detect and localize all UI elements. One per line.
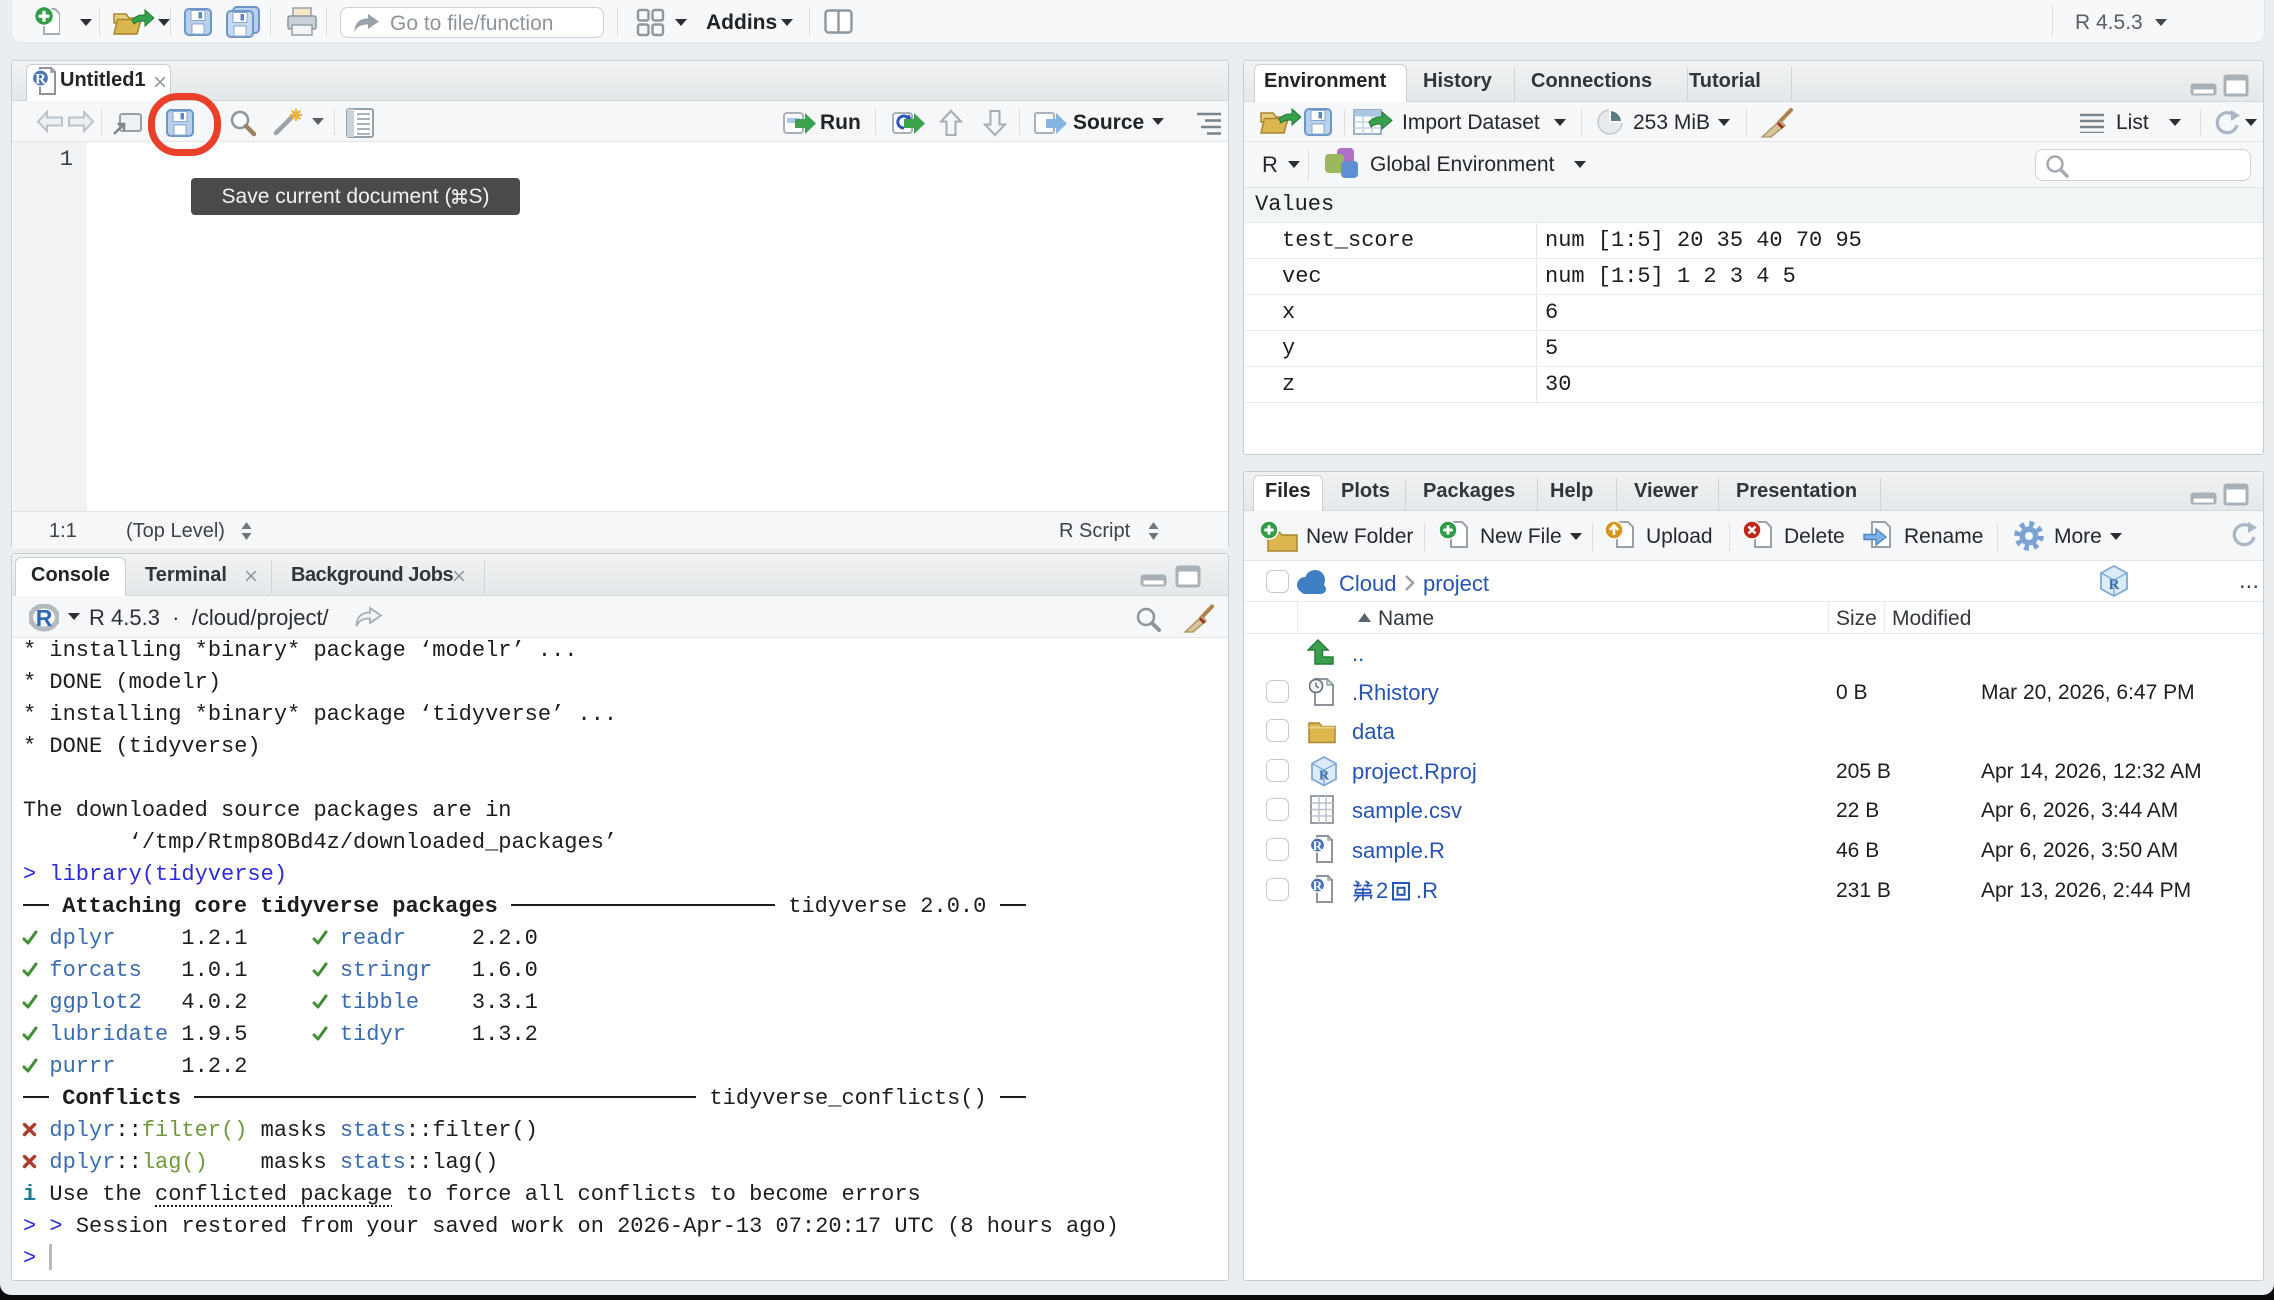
svg-text:R: R [1313, 838, 1323, 853]
svg-text:R: R [1313, 878, 1323, 893]
svg-text:R: R [1319, 769, 1330, 784]
svg-text:R: R [2109, 577, 2120, 593]
svg-text:R: R [36, 605, 53, 631]
svg-text:R: R [35, 72, 46, 88]
